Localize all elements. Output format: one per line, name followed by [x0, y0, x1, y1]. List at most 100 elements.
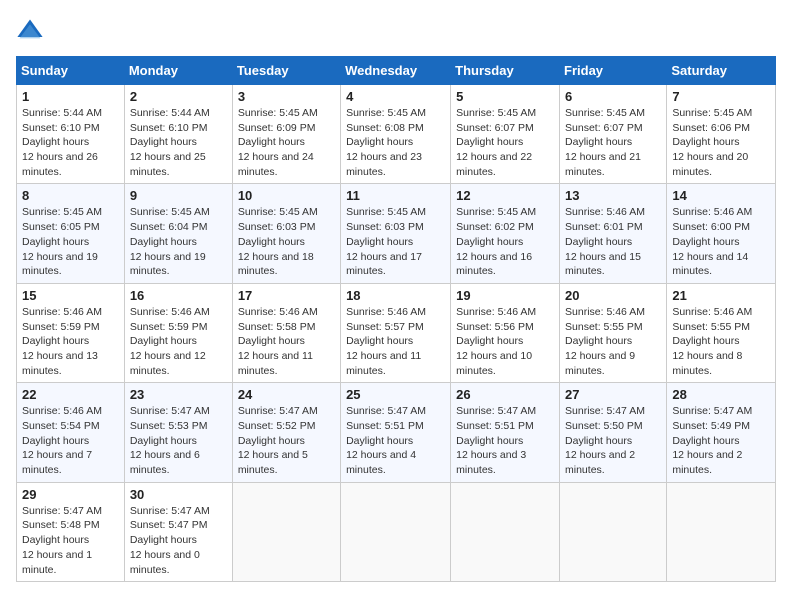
- day-number: 21: [672, 288, 770, 303]
- calendar-cell: 12 Sunrise: 5:45 AM Sunset: 6:02 PM Dayl…: [451, 184, 560, 283]
- day-number: 27: [565, 387, 661, 402]
- calendar-cell: 11 Sunrise: 5:45 AM Sunset: 6:03 PM Dayl…: [341, 184, 451, 283]
- day-number: 16: [130, 288, 227, 303]
- weekday-header-cell: Sunday: [17, 57, 125, 85]
- weekday-header-cell: Tuesday: [232, 57, 340, 85]
- calendar-cell: 30 Sunrise: 5:47 AM Sunset: 5:47 PM Dayl…: [124, 482, 232, 581]
- day-number: 15: [22, 288, 119, 303]
- day-number: 18: [346, 288, 445, 303]
- day-number: 7: [672, 89, 770, 104]
- day-detail: Sunrise: 5:47 AM Sunset: 5:52 PM Dayligh…: [238, 404, 335, 477]
- calendar-cell: 2 Sunrise: 5:44 AM Sunset: 6:10 PM Dayli…: [124, 85, 232, 184]
- day-number: 24: [238, 387, 335, 402]
- calendar-week-row: 8 Sunrise: 5:45 AM Sunset: 6:05 PM Dayli…: [17, 184, 776, 283]
- day-detail: Sunrise: 5:46 AM Sunset: 5:55 PM Dayligh…: [672, 305, 770, 378]
- calendar-cell: 6 Sunrise: 5:45 AM Sunset: 6:07 PM Dayli…: [560, 85, 667, 184]
- calendar-cell: 29 Sunrise: 5:47 AM Sunset: 5:48 PM Dayl…: [17, 482, 125, 581]
- day-detail: Sunrise: 5:47 AM Sunset: 5:48 PM Dayligh…: [22, 504, 119, 577]
- calendar-cell: [560, 482, 667, 581]
- calendar-week-row: 1 Sunrise: 5:44 AM Sunset: 6:10 PM Dayli…: [17, 85, 776, 184]
- day-number: 9: [130, 188, 227, 203]
- weekday-header-row: SundayMondayTuesdayWednesdayThursdayFrid…: [17, 57, 776, 85]
- weekday-header-cell: Wednesday: [341, 57, 451, 85]
- calendar-cell: 28 Sunrise: 5:47 AM Sunset: 5:49 PM Dayl…: [667, 383, 776, 482]
- day-number: 10: [238, 188, 335, 203]
- day-number: 17: [238, 288, 335, 303]
- calendar-cell: [341, 482, 451, 581]
- calendar-cell: [451, 482, 560, 581]
- calendar-cell: 27 Sunrise: 5:47 AM Sunset: 5:50 PM Dayl…: [560, 383, 667, 482]
- weekday-header-cell: Friday: [560, 57, 667, 85]
- calendar-cell: [667, 482, 776, 581]
- day-number: 25: [346, 387, 445, 402]
- logo: [16, 16, 48, 44]
- calendar-cell: 5 Sunrise: 5:45 AM Sunset: 6:07 PM Dayli…: [451, 85, 560, 184]
- logo-icon: [16, 16, 44, 44]
- page-header: [16, 16, 776, 44]
- calendar-cell: 21 Sunrise: 5:46 AM Sunset: 5:55 PM Dayl…: [667, 283, 776, 382]
- day-number: 19: [456, 288, 554, 303]
- day-detail: Sunrise: 5:45 AM Sunset: 6:07 PM Dayligh…: [565, 106, 661, 179]
- calendar-cell: 18 Sunrise: 5:46 AM Sunset: 5:57 PM Dayl…: [341, 283, 451, 382]
- calendar-cell: 23 Sunrise: 5:47 AM Sunset: 5:53 PM Dayl…: [124, 383, 232, 482]
- day-number: 5: [456, 89, 554, 104]
- calendar-cell: 16 Sunrise: 5:46 AM Sunset: 5:59 PM Dayl…: [124, 283, 232, 382]
- day-number: 30: [130, 487, 227, 502]
- calendar-week-row: 22 Sunrise: 5:46 AM Sunset: 5:54 PM Dayl…: [17, 383, 776, 482]
- day-detail: Sunrise: 5:46 AM Sunset: 5:57 PM Dayligh…: [346, 305, 445, 378]
- calendar-cell: 25 Sunrise: 5:47 AM Sunset: 5:51 PM Dayl…: [341, 383, 451, 482]
- calendar-cell: 15 Sunrise: 5:46 AM Sunset: 5:59 PM Dayl…: [17, 283, 125, 382]
- calendar-body: 1 Sunrise: 5:44 AM Sunset: 6:10 PM Dayli…: [17, 85, 776, 582]
- weekday-header-cell: Saturday: [667, 57, 776, 85]
- calendar-week-row: 15 Sunrise: 5:46 AM Sunset: 5:59 PM Dayl…: [17, 283, 776, 382]
- day-detail: Sunrise: 5:45 AM Sunset: 6:02 PM Dayligh…: [456, 205, 554, 278]
- day-number: 13: [565, 188, 661, 203]
- day-detail: Sunrise: 5:46 AM Sunset: 6:00 PM Dayligh…: [672, 205, 770, 278]
- calendar-cell: 4 Sunrise: 5:45 AM Sunset: 6:08 PM Dayli…: [341, 85, 451, 184]
- day-detail: Sunrise: 5:47 AM Sunset: 5:51 PM Dayligh…: [456, 404, 554, 477]
- day-number: 4: [346, 89, 445, 104]
- day-number: 14: [672, 188, 770, 203]
- calendar-cell: [232, 482, 340, 581]
- day-detail: Sunrise: 5:44 AM Sunset: 6:10 PM Dayligh…: [130, 106, 227, 179]
- day-detail: Sunrise: 5:46 AM Sunset: 5:58 PM Dayligh…: [238, 305, 335, 378]
- day-number: 22: [22, 387, 119, 402]
- day-detail: Sunrise: 5:47 AM Sunset: 5:50 PM Dayligh…: [565, 404, 661, 477]
- weekday-header-cell: Monday: [124, 57, 232, 85]
- calendar-cell: 19 Sunrise: 5:46 AM Sunset: 5:56 PM Dayl…: [451, 283, 560, 382]
- day-number: 8: [22, 188, 119, 203]
- day-detail: Sunrise: 5:46 AM Sunset: 5:59 PM Dayligh…: [22, 305, 119, 378]
- day-detail: Sunrise: 5:45 AM Sunset: 6:05 PM Dayligh…: [22, 205, 119, 278]
- calendar-cell: 17 Sunrise: 5:46 AM Sunset: 5:58 PM Dayl…: [232, 283, 340, 382]
- calendar-cell: 1 Sunrise: 5:44 AM Sunset: 6:10 PM Dayli…: [17, 85, 125, 184]
- calendar-cell: 20 Sunrise: 5:46 AM Sunset: 5:55 PM Dayl…: [560, 283, 667, 382]
- day-detail: Sunrise: 5:45 AM Sunset: 6:03 PM Dayligh…: [238, 205, 335, 278]
- day-number: 20: [565, 288, 661, 303]
- day-detail: Sunrise: 5:47 AM Sunset: 5:53 PM Dayligh…: [130, 404, 227, 477]
- day-detail: Sunrise: 5:46 AM Sunset: 5:55 PM Dayligh…: [565, 305, 661, 378]
- day-number: 26: [456, 387, 554, 402]
- day-number: 28: [672, 387, 770, 402]
- day-detail: Sunrise: 5:45 AM Sunset: 6:03 PM Dayligh…: [346, 205, 445, 278]
- calendar-cell: 3 Sunrise: 5:45 AM Sunset: 6:09 PM Dayli…: [232, 85, 340, 184]
- day-detail: Sunrise: 5:46 AM Sunset: 6:01 PM Dayligh…: [565, 205, 661, 278]
- day-detail: Sunrise: 5:45 AM Sunset: 6:04 PM Dayligh…: [130, 205, 227, 278]
- day-detail: Sunrise: 5:45 AM Sunset: 6:08 PM Dayligh…: [346, 106, 445, 179]
- calendar-cell: 7 Sunrise: 5:45 AM Sunset: 6:06 PM Dayli…: [667, 85, 776, 184]
- day-detail: Sunrise: 5:45 AM Sunset: 6:06 PM Dayligh…: [672, 106, 770, 179]
- day-number: 29: [22, 487, 119, 502]
- day-detail: Sunrise: 5:45 AM Sunset: 6:09 PM Dayligh…: [238, 106, 335, 179]
- day-number: 11: [346, 188, 445, 203]
- day-number: 6: [565, 89, 661, 104]
- day-detail: Sunrise: 5:47 AM Sunset: 5:49 PM Dayligh…: [672, 404, 770, 477]
- day-detail: Sunrise: 5:44 AM Sunset: 6:10 PM Dayligh…: [22, 106, 119, 179]
- day-number: 1: [22, 89, 119, 104]
- day-number: 12: [456, 188, 554, 203]
- day-detail: Sunrise: 5:45 AM Sunset: 6:07 PM Dayligh…: [456, 106, 554, 179]
- calendar-table: SundayMondayTuesdayWednesdayThursdayFrid…: [16, 56, 776, 582]
- weekday-header-cell: Thursday: [451, 57, 560, 85]
- day-detail: Sunrise: 5:47 AM Sunset: 5:51 PM Dayligh…: [346, 404, 445, 477]
- day-detail: Sunrise: 5:46 AM Sunset: 5:56 PM Dayligh…: [456, 305, 554, 378]
- calendar-cell: 13 Sunrise: 5:46 AM Sunset: 6:01 PM Dayl…: [560, 184, 667, 283]
- calendar-cell: 26 Sunrise: 5:47 AM Sunset: 5:51 PM Dayl…: [451, 383, 560, 482]
